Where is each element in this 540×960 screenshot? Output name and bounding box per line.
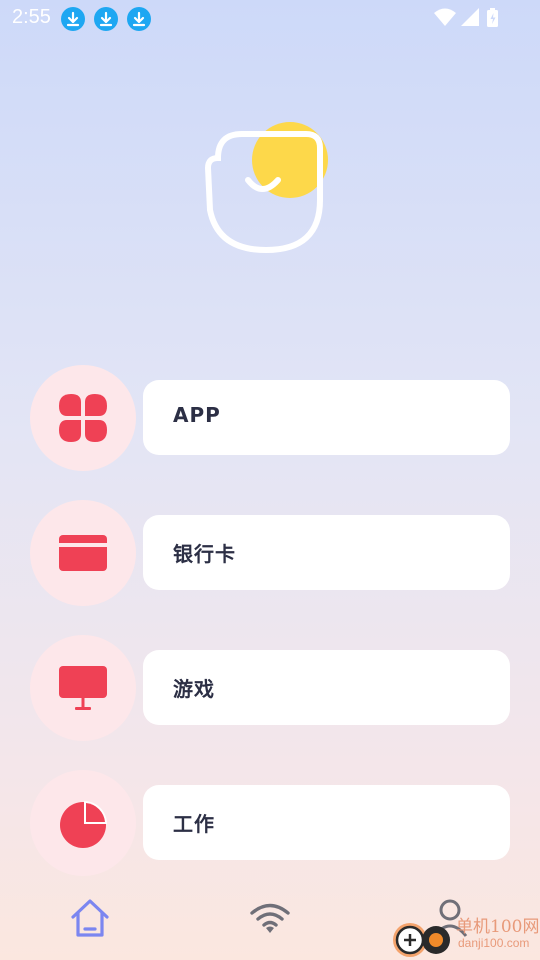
menu-item-label: 游戏 bbox=[173, 677, 215, 701]
app-grid-icon-badge bbox=[30, 365, 136, 471]
bank-card-icon bbox=[59, 535, 107, 571]
menu-card-bank-card[interactable]: 银行卡 bbox=[143, 515, 510, 590]
bank-card-icon-badge bbox=[30, 500, 136, 606]
status-time: 2:55 bbox=[12, 6, 51, 28]
nav-home[interactable] bbox=[68, 896, 112, 940]
download-icon bbox=[94, 7, 118, 31]
pie-chart-icon bbox=[60, 801, 107, 848]
watermark: 单机100网 danji100.com bbox=[388, 912, 540, 960]
smiley-shield-logo-icon bbox=[200, 118, 340, 258]
menu-item-games[interactable]: 游戏 bbox=[30, 635, 510, 741]
watermark-logo-icon bbox=[393, 923, 450, 957]
wifi-icon bbox=[250, 903, 290, 933]
menu-item-bank-card[interactable]: 银行卡 bbox=[30, 500, 510, 606]
status-bar: 2:55 bbox=[0, 0, 540, 36]
watermark-subtitle: danji100.com bbox=[458, 936, 530, 950]
menu-card-work[interactable]: 工作 bbox=[143, 785, 510, 860]
download-icon bbox=[127, 7, 151, 31]
monitor-icon bbox=[59, 666, 107, 710]
watermark-title: 单机100网 bbox=[456, 917, 540, 937]
home-icon bbox=[71, 899, 109, 937]
menu-item-label: APP bbox=[173, 403, 221, 427]
pie-chart-icon-badge bbox=[30, 770, 136, 876]
monitor-icon-badge bbox=[30, 635, 136, 741]
system-status-icons bbox=[434, 7, 504, 29]
download-icon bbox=[61, 7, 85, 31]
app-grid-icon bbox=[59, 394, 107, 442]
menu-card-games[interactable]: 游戏 bbox=[143, 650, 510, 725]
menu-item-label: 银行卡 bbox=[173, 542, 236, 566]
battery-charging-icon bbox=[487, 8, 498, 27]
menu-item-label: 工作 bbox=[173, 812, 215, 836]
wifi-icon bbox=[434, 8, 456, 26]
nav-wifi[interactable] bbox=[248, 896, 292, 940]
menu-item-work[interactable]: 工作 bbox=[30, 770, 510, 876]
menu-item-app[interactable]: APP bbox=[30, 365, 510, 471]
cellular-signal-icon bbox=[461, 8, 479, 26]
menu-card-app[interactable]: APP bbox=[143, 380, 510, 455]
